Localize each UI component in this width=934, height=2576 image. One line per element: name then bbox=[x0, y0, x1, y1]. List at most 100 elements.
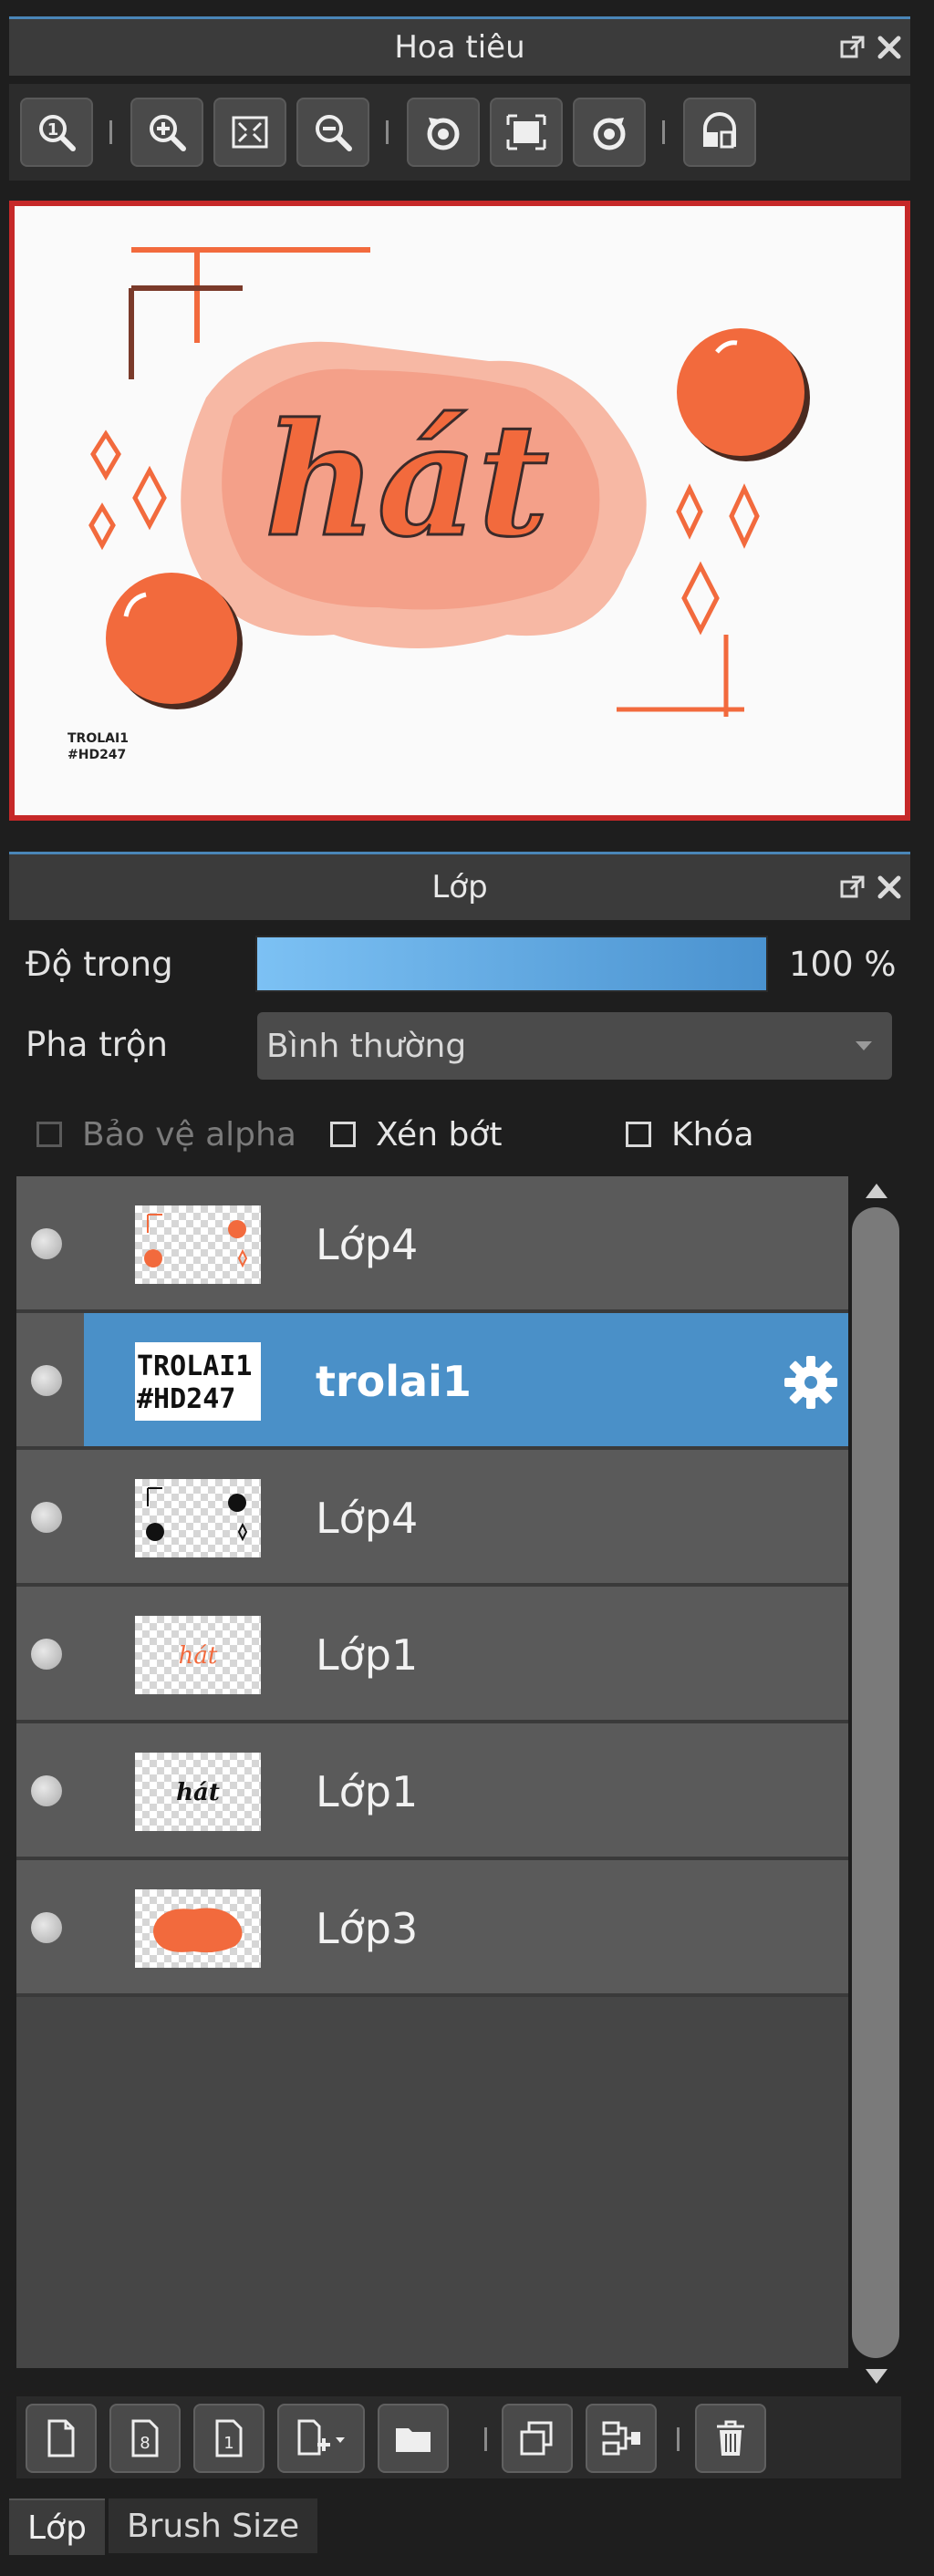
layer-name: Lớp4 bbox=[316, 1494, 419, 1543]
reset-view-button[interactable] bbox=[490, 98, 563, 167]
layer-row[interactable]: hát Lớp1 bbox=[16, 1723, 848, 1860]
blend-label: Pha trộn bbox=[26, 1025, 169, 1064]
tab-brush-size[interactable]: Brush Size bbox=[108, 2498, 318, 2553]
close-icon[interactable] bbox=[876, 874, 903, 901]
opacity-slider[interactable] bbox=[255, 936, 768, 992]
scroll-thumb[interactable] bbox=[852, 1207, 899, 2358]
chevron-down-icon bbox=[856, 1041, 872, 1050]
tab-layers[interactable]: Lớp bbox=[9, 2498, 105, 2555]
layer-name: Lớp4 bbox=[316, 1220, 419, 1269]
navigator-toolbar: 1 bbox=[9, 84, 910, 181]
new-folder-button[interactable] bbox=[378, 2404, 449, 2473]
new-layer-button[interactable] bbox=[26, 2404, 97, 2473]
visibility-toggle[interactable] bbox=[31, 1775, 62, 1806]
flip-horizontal-button[interactable] bbox=[683, 98, 756, 167]
new-1bit-layer-button[interactable]: 1 bbox=[193, 2404, 265, 2473]
layer-row[interactable]: TROLAI1 #HD247 trolai1 bbox=[16, 1313, 848, 1450]
visibility-toggle[interactable] bbox=[31, 1228, 62, 1259]
fit-window-button[interactable] bbox=[213, 98, 286, 167]
zoom-actual-button[interactable]: 1 bbox=[20, 98, 93, 167]
thumb-text: TROLAI1 bbox=[137, 1350, 252, 1382]
visibility-toggle[interactable] bbox=[31, 1639, 62, 1670]
new-1bit-layer-icon: 1 bbox=[215, 2419, 243, 2457]
thumb-text: #HD247 bbox=[137, 1383, 235, 1415]
visibility-toggle[interactable] bbox=[31, 1912, 62, 1943]
lock-checkbox[interactable]: Khóa bbox=[626, 1114, 754, 1154]
layer-thumbnail: TROLAI1 #HD247 bbox=[135, 1342, 261, 1421]
opacity-label: Độ trong bbox=[26, 945, 173, 984]
layers-header: Lớp bbox=[9, 852, 910, 920]
svg-text:1: 1 bbox=[223, 2434, 234, 2453]
new-8bit-layer-button[interactable]: 8 bbox=[109, 2404, 181, 2473]
layer-row[interactable]: Lớp4 bbox=[16, 1176, 848, 1313]
fit-window-icon bbox=[232, 116, 268, 149]
delete-layer-icon bbox=[717, 2420, 744, 2456]
popout-icon[interactable] bbox=[839, 34, 867, 61]
navigator-header: Hoa tiêu bbox=[9, 16, 910, 76]
blend-mode-select[interactable]: Bình thường bbox=[257, 1012, 892, 1080]
lock-label: Khóa bbox=[671, 1115, 754, 1154]
close-icon[interactable] bbox=[876, 34, 903, 61]
layer-thumbnail: hát bbox=[135, 1753, 261, 1831]
blend-mode-value: Bình thường bbox=[266, 1027, 467, 1065]
scroll-up-icon[interactable] bbox=[866, 1184, 887, 1198]
layer-name: Lớp1 bbox=[316, 1767, 419, 1816]
clipping-label: Xén bớt bbox=[376, 1115, 503, 1154]
layers-title: Lớp bbox=[431, 869, 488, 905]
visibility-toggle[interactable] bbox=[31, 1365, 62, 1396]
preview-artwork: hát TROLAI1 #HD247 bbox=[67, 247, 810, 762]
layer-name: trolai1 bbox=[316, 1357, 472, 1406]
duplicate-layer-button[interactable] bbox=[502, 2404, 573, 2473]
layer-row[interactable]: hát Lớp1 bbox=[16, 1587, 848, 1723]
rotate-right-icon bbox=[593, 118, 626, 150]
visibility-toggle[interactable] bbox=[31, 1502, 62, 1533]
layer-row[interactable]: Lớp4 bbox=[16, 1450, 848, 1587]
duplicate-layer-icon bbox=[520, 2421, 553, 2456]
rotate-right-button[interactable] bbox=[573, 98, 646, 167]
zoom-out-icon bbox=[316, 115, 352, 151]
canvas-preview[interactable]: hát TROLAI1 #HD247 bbox=[9, 201, 910, 821]
new-layer-icon bbox=[47, 2419, 75, 2457]
layer-thumbnail bbox=[135, 1889, 261, 1968]
scroll-down-icon[interactable] bbox=[866, 2369, 887, 2384]
layer-list-scrollbar[interactable] bbox=[852, 1176, 899, 2389]
rotate-left-button[interactable] bbox=[407, 98, 480, 167]
navigator-title: Hoa tiêu bbox=[394, 29, 525, 66]
svg-text:8: 8 bbox=[140, 2434, 150, 2453]
layer-thumbnail: hát bbox=[135, 1616, 261, 1694]
delete-layer-button[interactable] bbox=[695, 2404, 766, 2473]
layer-row[interactable]: Lớp3 bbox=[16, 1860, 848, 1997]
clipping-checkbox[interactable]: Xén bớt bbox=[330, 1114, 502, 1154]
rotate-left-icon bbox=[427, 118, 460, 150]
checkbox-box bbox=[36, 1122, 62, 1147]
merge-down-button[interactable] bbox=[586, 2404, 657, 2473]
protect-alpha-checkbox[interactable]: Bảo vệ alpha bbox=[36, 1114, 296, 1154]
protect-alpha-label: Bảo vệ alpha bbox=[82, 1115, 296, 1154]
zoom-out-button[interactable] bbox=[296, 98, 369, 167]
preview-watermark-2: #HD247 bbox=[67, 748, 126, 762]
layer-thumbnail bbox=[135, 1479, 261, 1557]
thumb-text: hát bbox=[179, 1642, 218, 1670]
layer-thumbnail bbox=[135, 1205, 261, 1284]
new-folder-icon bbox=[396, 2428, 431, 2452]
merge-down-icon bbox=[602, 2421, 640, 2456]
new-8bit-layer-icon: 8 bbox=[131, 2419, 159, 2457]
preview-word: hát bbox=[265, 389, 549, 572]
panel-tabs: Lớp Brush Size bbox=[9, 2498, 321, 2555]
popout-icon[interactable] bbox=[839, 874, 867, 901]
layer-name: Lớp1 bbox=[316, 1630, 419, 1680]
add-layer-menu-button[interactable] bbox=[277, 2404, 365, 2473]
zoom-in-button[interactable] bbox=[130, 98, 203, 167]
thumb-text: hát bbox=[176, 1779, 220, 1806]
layer-list: Lớp4 TROLAI1 #HD247 trolai1 Lớp4 hát Lớp… bbox=[16, 1176, 848, 2368]
svg-text:1: 1 bbox=[47, 120, 59, 140]
zoom-actual-icon: 1 bbox=[39, 115, 76, 151]
checkbox-box bbox=[626, 1122, 651, 1147]
reset-view-icon bbox=[506, 114, 546, 150]
zoom-in-icon bbox=[150, 115, 186, 151]
flip-horizontal-icon bbox=[703, 112, 736, 149]
layer-toolbar: 8 1 bbox=[16, 2396, 901, 2478]
checkbox-box bbox=[330, 1122, 356, 1147]
gear-icon[interactable] bbox=[783, 1354, 839, 1411]
layer-name: Lớp3 bbox=[316, 1904, 419, 1953]
